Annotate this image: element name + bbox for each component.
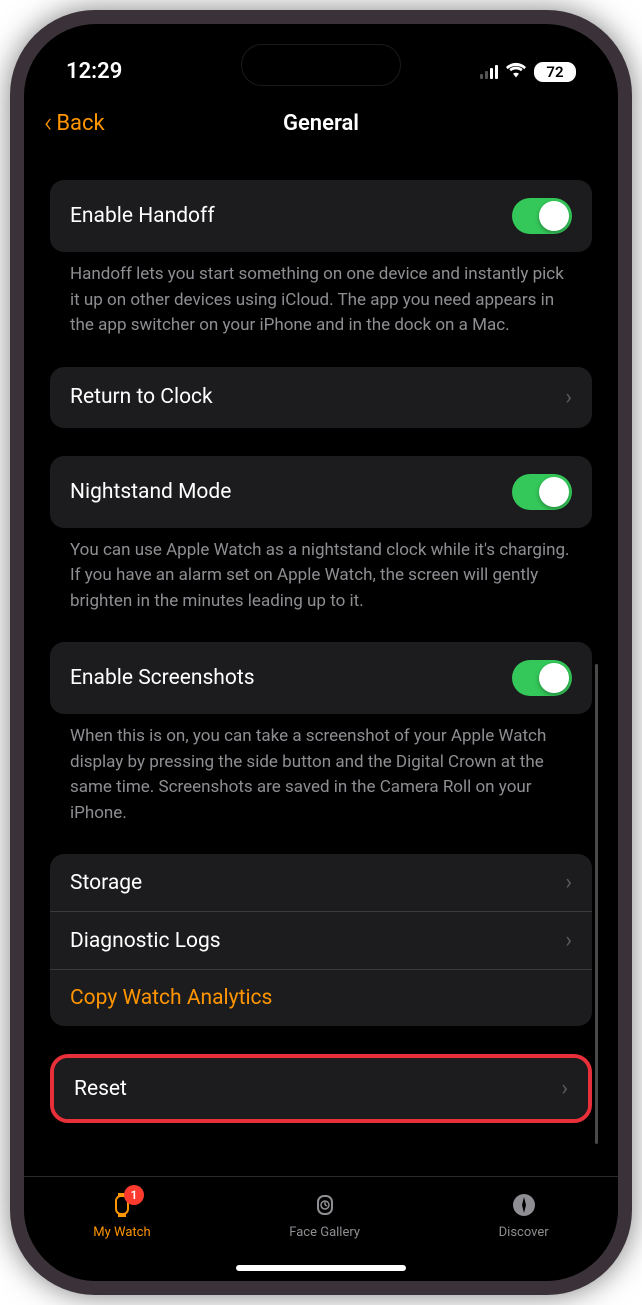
status-time: 12:29 bbox=[66, 59, 122, 84]
tab-my-watch[interactable]: 1 My Watch bbox=[93, 1189, 150, 1240]
content-area[interactable]: Enable Handoff Handoff lets you start so… bbox=[24, 152, 618, 1194]
screenshots-label: Enable Screenshots bbox=[70, 666, 255, 690]
tab-label: My Watch bbox=[93, 1225, 150, 1240]
tab-face-gallery[interactable]: Face Gallery bbox=[289, 1189, 360, 1240]
nightstand-cell[interactable]: Nightstand Mode bbox=[50, 456, 592, 528]
reset-label: Reset bbox=[74, 1077, 127, 1101]
storage-group: Storage › Diagnostic Logs › Copy Watch A… bbox=[50, 854, 592, 1026]
cellular-icon bbox=[480, 65, 498, 79]
handoff-cell[interactable]: Enable Handoff bbox=[50, 180, 592, 252]
back-button[interactable]: ‹ Back bbox=[44, 109, 105, 137]
storage-cell[interactable]: Storage › bbox=[50, 854, 592, 912]
handoff-toggle[interactable] bbox=[512, 198, 572, 234]
screenshots-description: When this is on, you can take a screensh… bbox=[50, 714, 592, 826]
chevron-right-icon: › bbox=[565, 928, 572, 953]
handoff-description: Handoff lets you start something on one … bbox=[50, 252, 592, 339]
home-indicator[interactable] bbox=[236, 1265, 406, 1271]
screenshots-toggle[interactable] bbox=[512, 660, 572, 696]
face-gallery-icon bbox=[309, 1189, 341, 1221]
reset-highlight: Reset › bbox=[50, 1054, 592, 1123]
screenshots-cell[interactable]: Enable Screenshots bbox=[50, 642, 592, 714]
nightstand-toggle[interactable] bbox=[512, 474, 572, 510]
tab-discover[interactable]: Discover bbox=[499, 1189, 549, 1240]
badge: 1 bbox=[124, 1185, 144, 1205]
handoff-label: Enable Handoff bbox=[70, 204, 215, 228]
nightstand-description: You can use Apple Watch as a nightstand … bbox=[50, 528, 592, 615]
chevron-right-icon: › bbox=[565, 870, 572, 895]
chevron-right-icon: › bbox=[561, 1076, 568, 1101]
tab-label: Discover bbox=[499, 1225, 549, 1240]
chevron-back-icon: ‹ bbox=[44, 109, 52, 137]
battery-icon: 72 bbox=[534, 62, 576, 82]
scroll-indicator[interactable] bbox=[595, 664, 598, 1144]
diagnostic-logs-cell[interactable]: Diagnostic Logs › bbox=[50, 912, 592, 970]
back-label: Back bbox=[56, 111, 104, 136]
discover-icon bbox=[508, 1189, 540, 1221]
diagnostic-logs-label: Diagnostic Logs bbox=[70, 929, 221, 953]
page-title: General bbox=[283, 111, 359, 136]
nav-bar: ‹ Back General bbox=[24, 94, 618, 152]
nightstand-label: Nightstand Mode bbox=[70, 480, 231, 504]
storage-label: Storage bbox=[70, 871, 142, 895]
copy-analytics-cell[interactable]: Copy Watch Analytics bbox=[50, 970, 592, 1026]
return-to-clock-cell[interactable]: Return to Clock › bbox=[50, 367, 592, 428]
dynamic-island bbox=[241, 44, 401, 86]
copy-analytics-label: Copy Watch Analytics bbox=[70, 986, 272, 1010]
chevron-right-icon: › bbox=[565, 385, 572, 410]
reset-cell[interactable]: Reset › bbox=[54, 1058, 588, 1119]
return-to-clock-label: Return to Clock bbox=[70, 385, 213, 409]
watch-icon: 1 bbox=[106, 1189, 138, 1221]
tab-label: Face Gallery bbox=[289, 1225, 360, 1240]
wifi-icon bbox=[506, 62, 526, 82]
